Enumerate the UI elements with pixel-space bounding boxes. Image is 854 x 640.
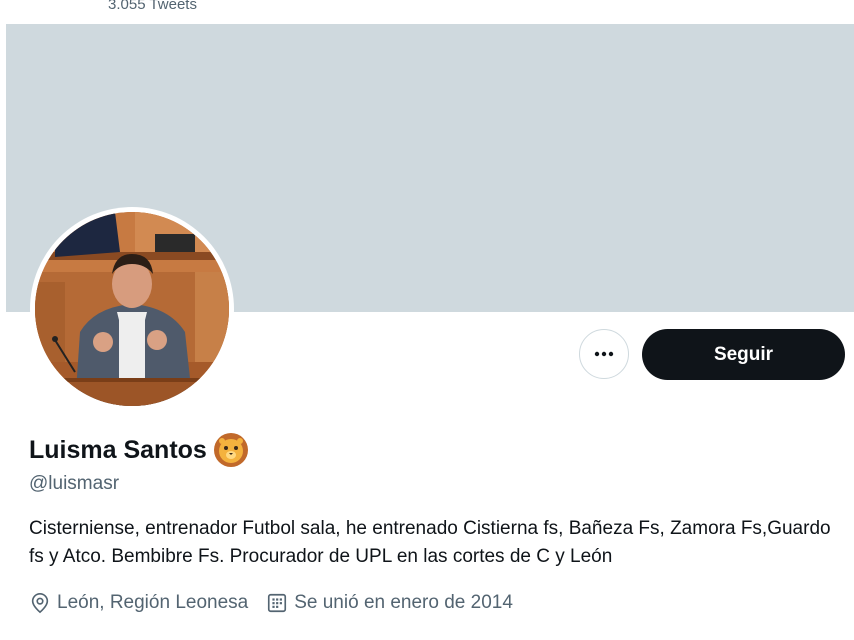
avatar-photo [35,212,229,406]
avatar-image [35,212,229,406]
display-name: Luisma Santos [29,436,207,464]
profile-meta: León, Región Leonesa Se unió en enero de… [29,590,531,616]
more-options-button[interactable] [579,329,629,379]
page-edge [0,24,6,640]
following-stats-cutoff [29,634,369,640]
calendar-icon [268,593,287,613]
joined-item: Se unió en enero de 2014 [266,590,513,616]
profile-handle: @luismasr [29,473,120,494]
top-header: 3.055 Tweets [0,0,854,24]
profile-name-row: Luisma Santos [29,432,249,468]
avatar[interactable] [30,207,234,411]
follow-button[interactable]: Seguir [642,329,845,380]
location-pin-icon [31,593,49,614]
location-text: León, Región Leonesa [57,592,249,613]
profile-bio: Cisterniense, entrenador Futbol sala, he… [29,518,831,567]
tweet-count: 3.055 Tweets [108,0,197,13]
joined-text: Se unió en enero de 2014 [294,592,513,613]
lion-face-emoji-icon [213,432,249,468]
location-item: León, Región Leonesa [29,590,248,616]
more-horizontal-icon [594,351,614,357]
